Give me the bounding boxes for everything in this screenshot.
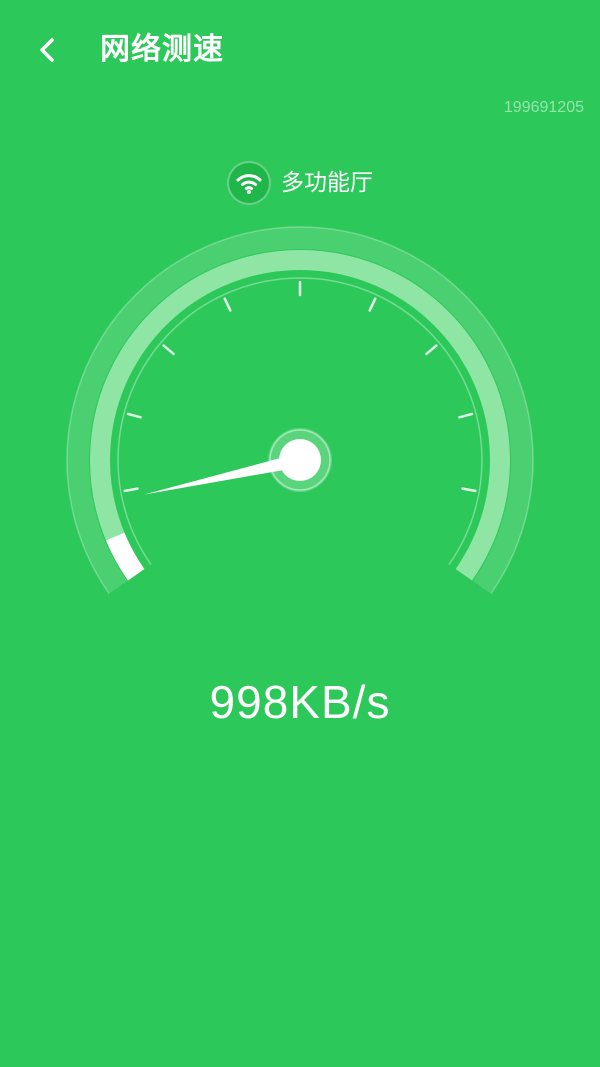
- network-info: 多功能厅: [0, 158, 600, 208]
- gauge-tick: [425, 344, 438, 356]
- speed-gauge-graphic: [66, 226, 534, 595]
- gauge-tick: [123, 487, 139, 493]
- speed-gauge: [0, 220, 600, 640]
- gauge-tick: [126, 412, 142, 419]
- gauge-tick: [461, 487, 477, 493]
- gauge-hub: [279, 439, 321, 481]
- gauge-track: [90, 250, 510, 581]
- gauge-tick: [162, 344, 175, 356]
- page-title: 网络测速: [100, 32, 224, 67]
- gauge-tick: [368, 297, 377, 312]
- gauge-inner-edge: [117, 277, 483, 565]
- wifi-icon: [236, 174, 262, 194]
- wifi-badge: [227, 161, 271, 205]
- device-id-label: 199691205: [503, 99, 584, 116]
- gauge-tick: [458, 412, 474, 419]
- header: 网络测速: [0, 0, 600, 100]
- speed-readout: 998KB/s: [209, 676, 391, 728]
- gauge-tick: [223, 297, 232, 312]
- network-name: 多功能厅: [281, 170, 373, 196]
- back-button[interactable]: [28, 30, 68, 70]
- chevron-left-icon: [40, 38, 54, 62]
